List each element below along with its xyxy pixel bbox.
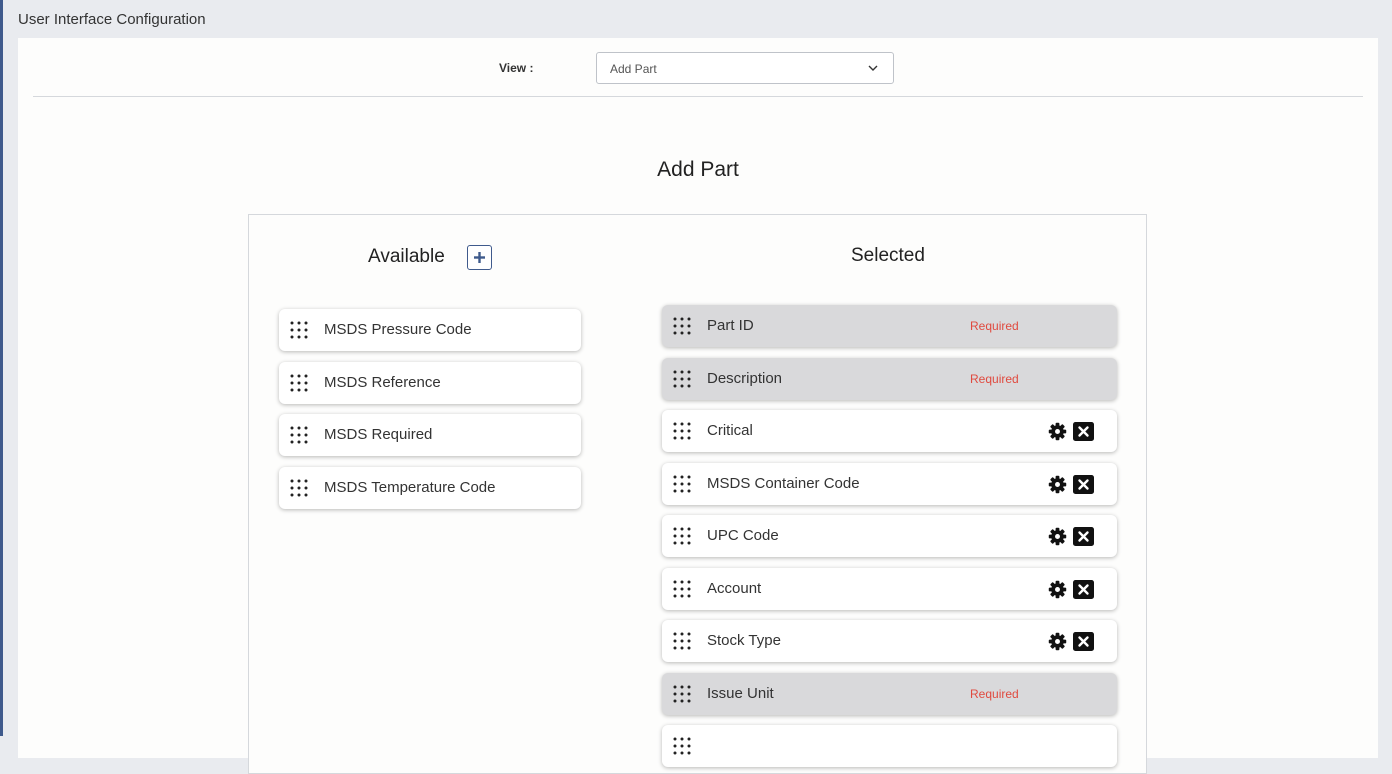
drag-handle-icon[interactable] <box>672 316 692 336</box>
selected-item[interactable] <box>662 725 1117 767</box>
selected-item-label: MSDS Container Code <box>707 474 860 492</box>
close-box-icon[interactable] <box>1073 422 1094 441</box>
drag-handle-icon[interactable] <box>672 369 692 389</box>
close-box-icon[interactable] <box>1073 474 1094 494</box>
page-title: Add Part <box>657 158 739 181</box>
drag-handle-icon[interactable] <box>672 421 692 441</box>
required-badge: Required <box>970 319 1019 333</box>
main-panel: View : Add Part Add Part Available Selec… <box>18 38 1378 774</box>
view-select-value: Add Part <box>610 62 657 76</box>
selected-item[interactable]: Description Required <box>662 357 1117 400</box>
selected-item[interactable]: UPC Code <box>662 515 1117 557</box>
gear-icon[interactable] <box>1048 475 1067 494</box>
drag-handle-icon[interactable] <box>672 684 692 704</box>
close-box-icon[interactable] <box>1073 632 1094 651</box>
selected-title: Selected <box>851 245 925 266</box>
app-title: User Interface Configuration <box>18 11 206 28</box>
required-badge: Required <box>970 371 1019 386</box>
view-select[interactable]: Add Part <box>596 52 894 84</box>
selected-item-label: UPC Code <box>707 527 779 544</box>
selected-item-label: Part ID <box>707 317 754 334</box>
window-edge <box>0 0 3 736</box>
add-field-button[interactable] <box>467 245 492 270</box>
selected-item[interactable]: Critical <box>662 410 1117 452</box>
selected-item-label: Issue Unit <box>707 684 774 702</box>
gear-icon[interactable] <box>1048 422 1067 441</box>
drag-handle-icon[interactable] <box>289 320 309 340</box>
close-box-icon[interactable] <box>1073 527 1094 546</box>
close-box-icon[interactable] <box>1073 579 1094 599</box>
drag-handle-icon[interactable] <box>672 579 692 599</box>
available-item-label: MSDS Reference <box>324 373 441 391</box>
field-config-box: Available Selected MSDS Pressure Code MSD… <box>248 214 1147 774</box>
available-item[interactable]: MSDS Temperature Code <box>279 466 581 509</box>
drag-handle-icon[interactable] <box>289 478 309 498</box>
available-item-label: MSDS Required <box>324 426 433 443</box>
selected-item-label: Account <box>707 579 762 597</box>
available-item[interactable]: MSDS Required <box>279 414 581 456</box>
drag-handle-icon[interactable] <box>289 373 309 393</box>
divider <box>33 96 1363 97</box>
selected-item-label: Description <box>707 369 783 387</box>
drag-handle-icon[interactable] <box>672 631 692 651</box>
drag-handle-icon[interactable] <box>672 526 692 546</box>
selected-item[interactable]: Part ID Required <box>662 305 1117 347</box>
chevron-down-icon <box>868 65 878 71</box>
available-item[interactable]: MSDS Reference <box>279 361 581 404</box>
plus-icon <box>474 252 485 263</box>
drag-handle-icon[interactable] <box>672 736 692 756</box>
selected-item[interactable]: Issue Unit Required <box>662 672 1117 715</box>
view-label: View : <box>499 61 534 75</box>
selected-item-label: Stock Type <box>707 632 781 649</box>
gear-icon[interactable] <box>1048 580 1067 599</box>
available-item-label: MSDS Temperature Code <box>324 478 496 496</box>
selected-item[interactable]: Stock Type <box>662 620 1117 662</box>
available-title: Available <box>368 246 445 267</box>
selected-item[interactable]: MSDS Container Code <box>662 462 1117 505</box>
drag-handle-icon[interactable] <box>672 474 692 494</box>
available-item-label: MSDS Pressure Code <box>324 321 472 338</box>
available-item[interactable]: MSDS Pressure Code <box>279 309 581 351</box>
required-badge: Required <box>970 686 1019 701</box>
gear-icon[interactable] <box>1048 527 1067 546</box>
selected-item-label: Critical <box>707 422 753 439</box>
selected-item[interactable]: Account <box>662 567 1117 610</box>
gear-icon[interactable] <box>1048 632 1067 651</box>
drag-handle-icon[interactable] <box>289 425 309 445</box>
